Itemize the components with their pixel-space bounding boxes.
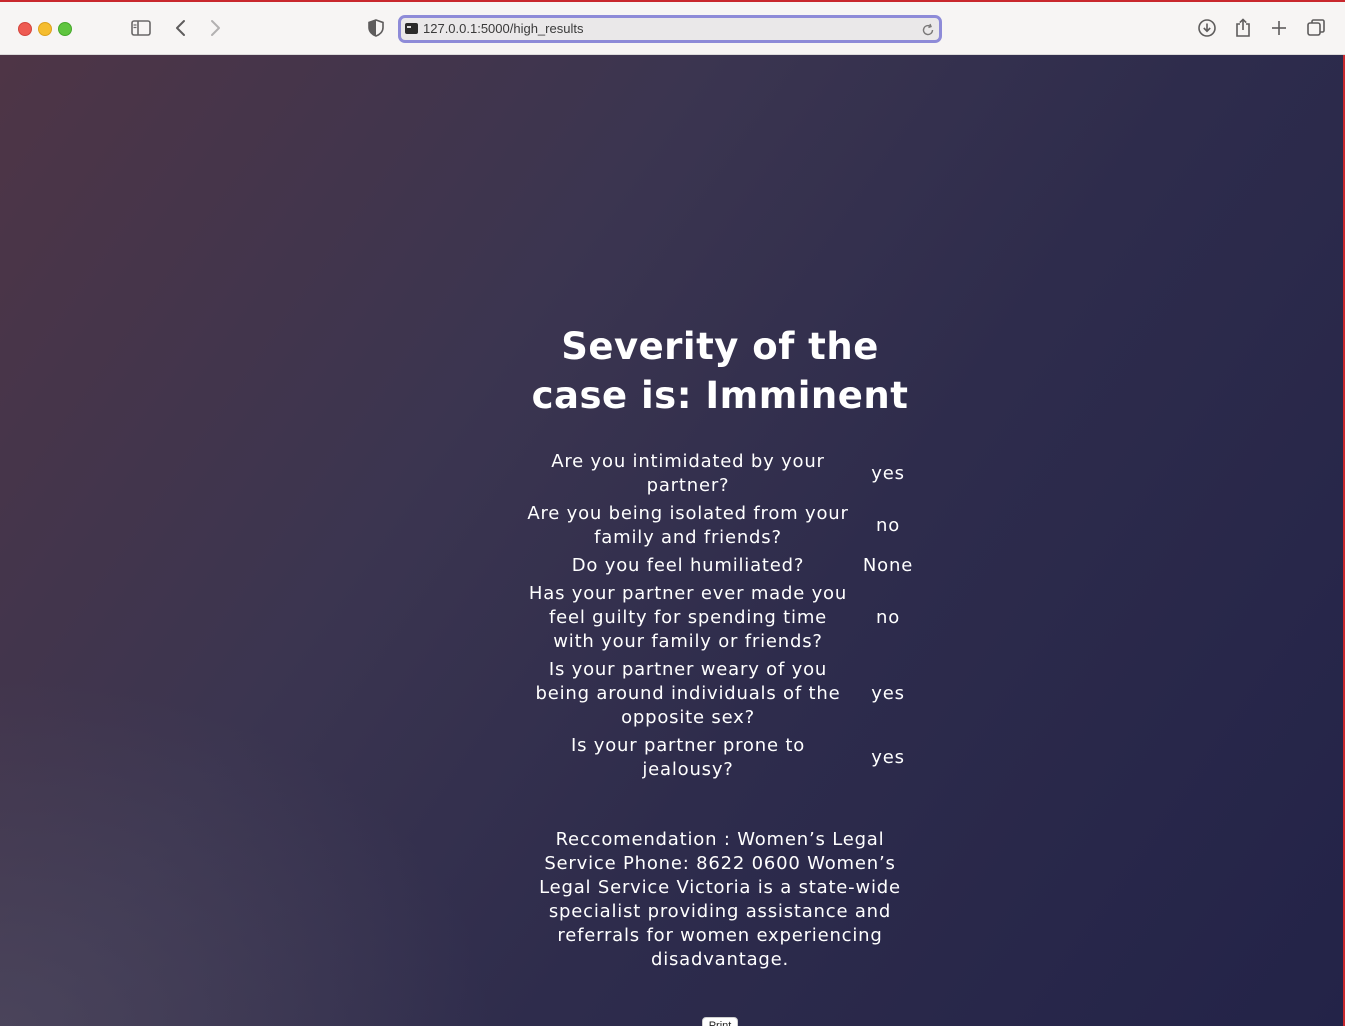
favicon-icon xyxy=(405,23,418,34)
url-text: 127.0.0.1:5000/high_results xyxy=(423,21,584,36)
shield-icon[interactable] xyxy=(364,16,388,40)
table-row: Are you being isolated from your family … xyxy=(520,500,920,552)
question-cell: Is your partner prone to jealousy? xyxy=(570,735,806,780)
severity-title: Severity of the case is: Imminent xyxy=(531,325,909,417)
browser-toolbar: 127.0.0.1:5000/high_results xyxy=(0,2,1345,55)
minimize-window-button[interactable] xyxy=(38,22,52,36)
download-icon[interactable] xyxy=(1195,16,1219,40)
reload-icon[interactable] xyxy=(921,22,935,36)
answer-cell: no xyxy=(875,607,901,628)
question-cell: Is your partner weary of you being aroun… xyxy=(535,659,841,728)
close-window-button[interactable] xyxy=(18,22,32,36)
question-cell: Are you being isolated from your family … xyxy=(527,503,849,548)
page-content: Severity of the case is: Imminent Are yo… xyxy=(0,55,1343,1026)
answer-cell: yes xyxy=(871,463,905,484)
address-bar[interactable]: 127.0.0.1:5000/high_results xyxy=(398,15,942,43)
answer-cell: no xyxy=(875,515,901,536)
table-row: Is your partner weary of you being aroun… xyxy=(520,656,920,732)
results-panel: Severity of the case is: Imminent Are yo… xyxy=(520,320,920,1026)
sidebar-icon[interactable] xyxy=(129,16,153,40)
answer-cell: yes xyxy=(871,683,905,704)
question-cell: Are you intimidated by your partner? xyxy=(551,451,825,496)
plus-icon[interactable] xyxy=(1267,16,1291,40)
answers-table: Are you intimidated by your partner? yes… xyxy=(520,448,920,784)
question-cell: Do you feel humiliated? xyxy=(571,555,805,576)
browser-window: 127.0.0.1:5000/high_results Severity of … xyxy=(0,0,1345,1026)
answer-cell: yes xyxy=(871,747,905,768)
answer-cell: None xyxy=(862,555,914,576)
table-row: Do you feel humiliated? None xyxy=(520,552,920,580)
question-cell: Has your partner ever made you feel guil… xyxy=(528,583,848,652)
tab-overview-icon[interactable] xyxy=(1304,16,1328,40)
table-row: Are you intimidated by your partner? yes xyxy=(520,448,920,500)
zoom-window-button[interactable] xyxy=(58,22,72,36)
chevron-left-icon[interactable] xyxy=(169,16,193,40)
recommendation-text: Reccomendation : Women’s Legal Service P… xyxy=(539,829,901,970)
chevron-right-icon[interactable] xyxy=(203,16,227,40)
print-button[interactable]: Print xyxy=(701,1017,739,1026)
table-row: Is your partner prone to jealousy? yes xyxy=(520,732,920,784)
share-icon[interactable] xyxy=(1231,16,1255,40)
table-row: Has your partner ever made you feel guil… xyxy=(520,580,920,656)
